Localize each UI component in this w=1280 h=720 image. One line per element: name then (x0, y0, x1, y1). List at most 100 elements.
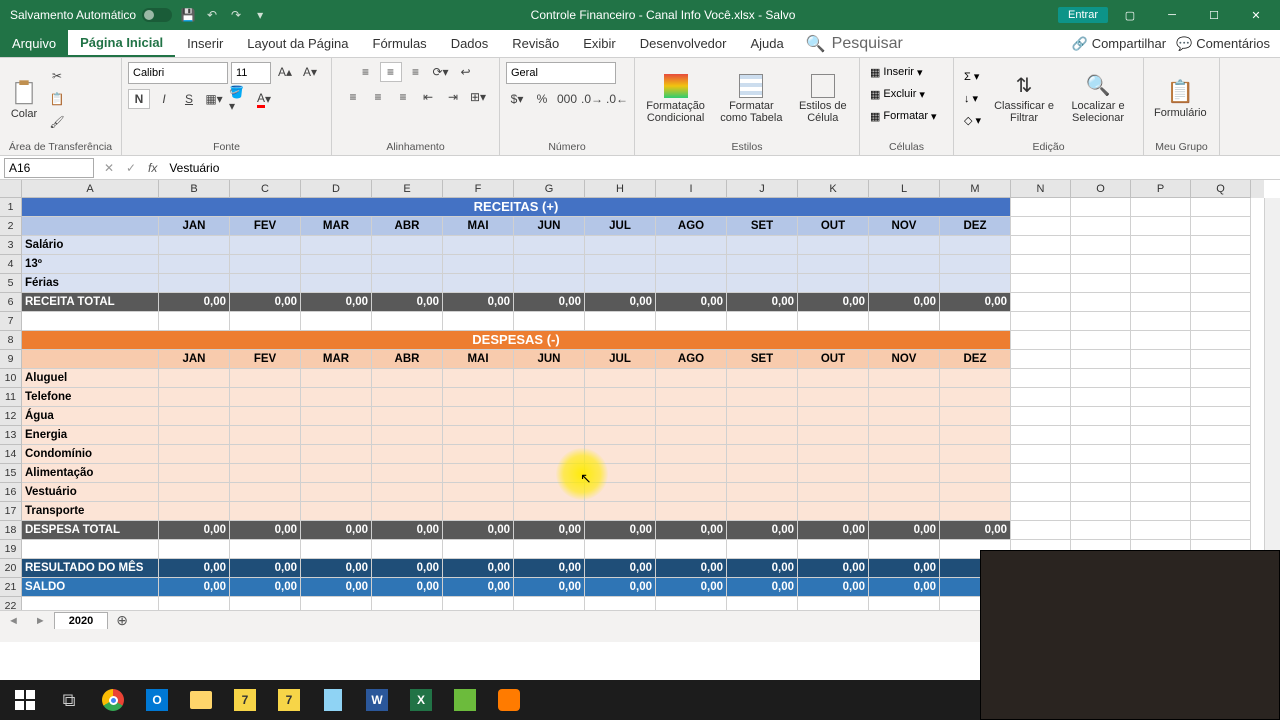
cell[interactable] (940, 445, 1011, 464)
cell[interactable] (585, 483, 656, 502)
cell[interactable] (22, 217, 159, 236)
cell[interactable] (1191, 483, 1251, 502)
cell[interactable]: SALDO (22, 578, 159, 597)
cell[interactable] (798, 388, 869, 407)
cell[interactable] (372, 445, 443, 464)
cell[interactable] (798, 274, 869, 293)
column-header[interactable]: K (798, 180, 869, 198)
cell[interactable] (1071, 502, 1131, 521)
cell[interactable] (656, 312, 727, 331)
row-header[interactable]: 22 (0, 597, 22, 610)
cell[interactable] (1191, 388, 1251, 407)
cell[interactable] (1011, 388, 1071, 407)
italic-button[interactable]: I (153, 89, 175, 109)
decrease-decimal-icon[interactable]: .0← (606, 89, 628, 109)
cell[interactable] (727, 388, 798, 407)
cell[interactable] (1011, 312, 1071, 331)
cell[interactable]: Alimentação (22, 464, 159, 483)
redo-icon[interactable]: ↷ (228, 7, 244, 23)
cell[interactable] (514, 445, 585, 464)
cell[interactable] (798, 597, 869, 610)
name-box[interactable]: A16 (4, 158, 94, 178)
conditional-formatting-button[interactable]: Formatação Condicional (641, 72, 710, 126)
close-button[interactable]: ✕ (1236, 1, 1276, 29)
align-left-icon[interactable]: ≡ (342, 87, 364, 107)
cell[interactable] (1011, 255, 1071, 274)
cell[interactable] (22, 540, 159, 559)
cell[interactable] (443, 464, 514, 483)
cell[interactable] (1131, 274, 1191, 293)
cell[interactable]: 0,00 (585, 559, 656, 578)
cell[interactable]: 0,00 (727, 521, 798, 540)
cell[interactable] (727, 597, 798, 610)
cell[interactable] (656, 483, 727, 502)
notepad-icon[interactable] (311, 681, 355, 719)
cell[interactable] (514, 274, 585, 293)
cell[interactable] (514, 483, 585, 502)
cell[interactable] (372, 597, 443, 610)
sort-filter-button[interactable]: ⇅Classificar e Filtrar (989, 71, 1059, 126)
column-header[interactable]: G (514, 180, 585, 198)
cell[interactable]: JUN (514, 350, 585, 369)
cell[interactable] (1191, 407, 1251, 426)
cell[interactable] (869, 540, 940, 559)
cell[interactable] (1131, 407, 1191, 426)
tab-help[interactable]: Ajuda (738, 30, 795, 57)
column-header[interactable]: L (869, 180, 940, 198)
cell[interactable] (1011, 521, 1071, 540)
cell[interactable] (1071, 407, 1131, 426)
cell[interactable]: DESPESA TOTAL (22, 521, 159, 540)
cell[interactable]: 0,00 (372, 521, 443, 540)
cell[interactable] (372, 369, 443, 388)
cell[interactable] (22, 597, 159, 610)
cell[interactable]: 0,00 (230, 293, 301, 312)
cell[interactable] (22, 350, 159, 369)
cell[interactable] (940, 255, 1011, 274)
cell[interactable] (1071, 274, 1131, 293)
cell[interactable] (372, 407, 443, 426)
cell[interactable]: 0,00 (159, 293, 230, 312)
cell[interactable] (1131, 350, 1191, 369)
column-headers[interactable]: ABCDEFGHIJKLMNOPQ (22, 180, 1264, 198)
cell[interactable] (301, 407, 372, 426)
cell-styles-button[interactable]: Estilos de Célula (793, 72, 853, 126)
cell[interactable] (656, 274, 727, 293)
cell[interactable] (727, 407, 798, 426)
cell[interactable] (1011, 236, 1071, 255)
cell[interactable] (940, 426, 1011, 445)
cell[interactable] (585, 540, 656, 559)
cell[interactable] (656, 369, 727, 388)
cell[interactable] (230, 369, 301, 388)
cell[interactable]: 0,00 (301, 559, 372, 578)
column-header[interactable]: A (22, 180, 159, 198)
cell[interactable]: 0,00 (798, 578, 869, 597)
login-button[interactable]: Entrar (1058, 7, 1108, 23)
cell[interactable] (869, 502, 940, 521)
cell[interactable] (869, 255, 940, 274)
cell[interactable]: 0,00 (585, 578, 656, 597)
cell[interactable]: 0,00 (585, 293, 656, 312)
clear-button[interactable]: ◇ ▾ (960, 111, 985, 131)
cell[interactable] (656, 464, 727, 483)
file-explorer-icon[interactable] (179, 681, 223, 719)
cell[interactable]: OUT (798, 350, 869, 369)
cell[interactable] (301, 426, 372, 445)
cancel-formula-icon[interactable]: ✕ (98, 161, 120, 175)
cell[interactable]: 0,00 (656, 578, 727, 597)
align-bottom-icon[interactable]: ≡ (405, 62, 427, 82)
cell[interactable] (230, 464, 301, 483)
cell[interactable] (1131, 445, 1191, 464)
sheet-nav-next[interactable]: ► (27, 615, 54, 627)
borders-button[interactable]: ▦▾ (203, 89, 225, 109)
cell[interactable] (230, 483, 301, 502)
column-header[interactable]: O (1071, 180, 1131, 198)
cell[interactable] (1191, 445, 1251, 464)
cell[interactable]: 0,00 (159, 559, 230, 578)
cell[interactable] (798, 445, 869, 464)
cell[interactable]: 0,00 (798, 521, 869, 540)
comma-icon[interactable]: 000 (556, 89, 578, 109)
cell[interactable] (372, 502, 443, 521)
cell[interactable] (443, 407, 514, 426)
cell[interactable] (1011, 483, 1071, 502)
cell[interactable] (159, 483, 230, 502)
